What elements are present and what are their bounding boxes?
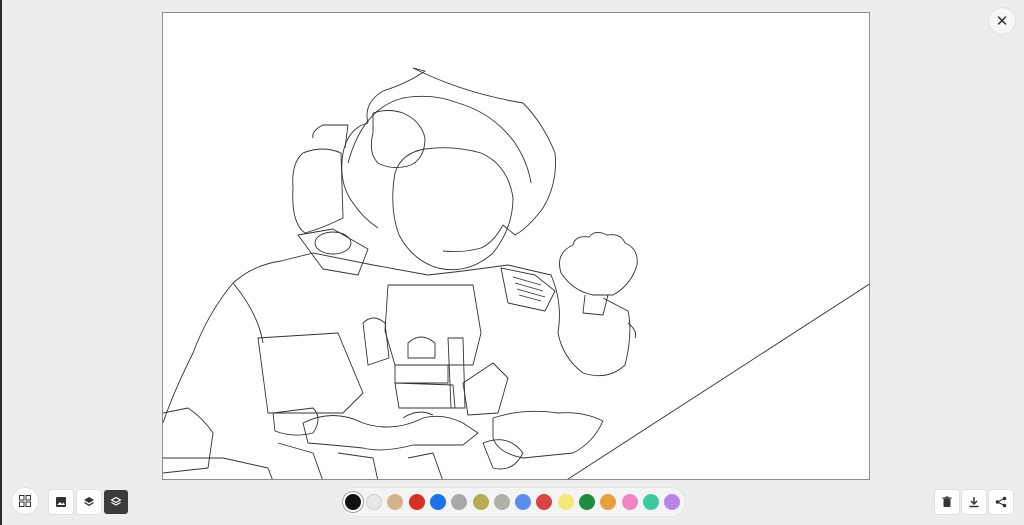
color-swatch[interactable]: [472, 494, 489, 510]
color-swatch[interactable]: [366, 494, 383, 510]
download-icon: [969, 497, 979, 508]
share-icon: [995, 496, 1007, 508]
color-swatch[interactable]: [451, 494, 468, 510]
color-swatch[interactable]: [557, 494, 574, 510]
download-button[interactable]: [962, 490, 986, 514]
grid-icon: [19, 495, 31, 507]
color-swatch[interactable]: [579, 494, 596, 510]
image-icon: [56, 497, 66, 507]
close-icon: ✕: [995, 13, 1009, 30]
color-swatch[interactable]: [493, 494, 510, 510]
color-swatch[interactable]: [344, 494, 361, 510]
color-swatch[interactable]: [429, 494, 446, 510]
drawing-canvas[interactable]: [162, 12, 870, 480]
color-swatch[interactable]: [515, 494, 532, 510]
layers-button[interactable]: [77, 490, 101, 514]
color-swatch[interactable]: [408, 494, 425, 510]
color-swatch[interactable]: [621, 494, 638, 510]
image-button[interactable]: [49, 490, 73, 514]
close-button[interactable]: ✕: [989, 8, 1015, 34]
color-swatch[interactable]: [642, 494, 659, 510]
share-button[interactable]: [989, 490, 1013, 514]
color-swatch[interactable]: [664, 494, 681, 510]
window-edge: [0, 0, 2, 525]
layers-stack-icon: [110, 496, 122, 506]
grid-button[interactable]: [12, 488, 38, 514]
layers-active-button[interactable]: [104, 490, 128, 514]
coloring-page-astronaut: [163, 67, 869, 479]
trash-icon: [942, 496, 952, 507]
color-palette: [340, 488, 685, 516]
color-swatch[interactable]: [536, 494, 553, 510]
color-swatch[interactable]: [387, 494, 404, 510]
layers-icon: [84, 497, 94, 507]
color-swatch[interactable]: [600, 494, 617, 510]
delete-button[interactable]: [935, 490, 959, 514]
